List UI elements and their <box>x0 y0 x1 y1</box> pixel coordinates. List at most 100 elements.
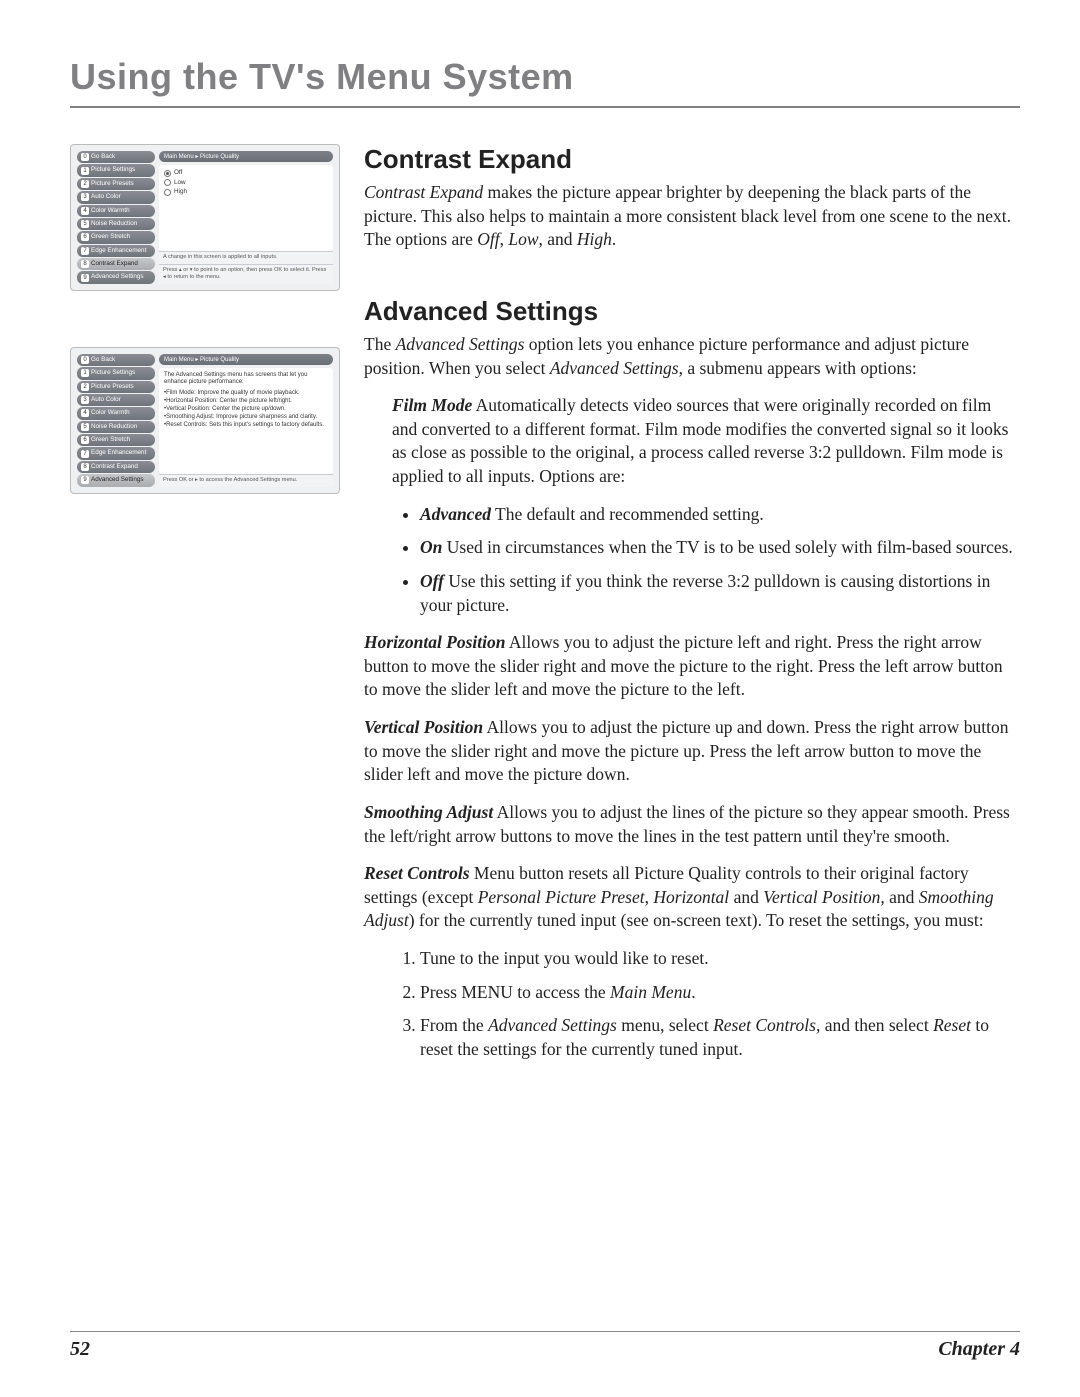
text: Automatically detects video sources that… <box>392 395 1008 486</box>
label-smoothing-adjust: Smoothing Adjust <box>364 802 493 822</box>
sidebar-item-label: Contrast Expand <box>91 261 138 267</box>
sidebar-item-num: 3 <box>81 396 89 404</box>
text: and <box>885 887 919 907</box>
screenshot-help: Press OK or ▸ to access the Advanced Set… <box>159 474 333 487</box>
radio-label: High <box>174 188 187 196</box>
screenshot-help-1: A change in this screen is applied to al… <box>159 251 333 264</box>
text: and then select <box>820 1015 933 1035</box>
label-film-mode: Film Mode <box>392 395 472 415</box>
sidebar-item: 5Noise Reduction <box>77 421 155 433</box>
option-off: Off <box>477 229 499 249</box>
chapter-label: Chapter 4 <box>938 1338 1020 1361</box>
text: Used in circumstances when the TV is to … <box>442 537 1012 557</box>
sidebar-item-num: 4 <box>81 207 89 215</box>
sidebar-item-label: Picture Presets <box>91 181 134 187</box>
sidebar-item-num: 9 <box>81 274 89 282</box>
sidebar-item: 6Green Stretch <box>77 231 155 243</box>
text: Press MENU to access the <box>420 982 610 1002</box>
sidebar-item-label: Auto Color <box>91 194 121 200</box>
desc-intro: The Advanced Settings menu has screens t… <box>164 372 328 387</box>
term: Personal Picture Preset <box>478 887 645 907</box>
desc-list-item: •Film Mode: Improve the quality of movie… <box>164 390 328 398</box>
sidebar-item: 9Advanced Settings <box>77 474 155 486</box>
film-mode-options: Advanced The default and recommended set… <box>420 503 1020 618</box>
sidebar-item: 7Edge Enhancement <box>77 245 155 257</box>
term: Advanced Settings <box>488 1015 617 1035</box>
sidebar-item-num: 7 <box>81 450 89 458</box>
sidebar-item-label: Advanced Settings <box>91 477 144 483</box>
sidebar-item: 9Advanced Settings <box>77 271 155 283</box>
term: Main Menu <box>610 982 691 1002</box>
breadcrumb: Main Menu ▸ Picture Quality <box>159 151 333 162</box>
option-name: On <box>420 537 442 557</box>
text: . <box>691 982 695 1002</box>
term: Advanced Settings <box>396 334 525 354</box>
sidebar-item: 0Go Back <box>77 354 155 366</box>
label-horizontal-position: Horizontal Position <box>364 632 506 652</box>
sidebar-item-label: Green Stretch <box>91 234 130 240</box>
sidebar-item-label: Noise Reduction <box>91 221 137 227</box>
screenshot-sidebar: 0Go Back1Picture Settings2Picture Preset… <box>77 151 155 284</box>
text: Use this setting if you think the revers… <box>420 571 990 615</box>
para-contrast-expand: Contrast Expand makes the picture appear… <box>364 181 1020 252</box>
reset-steps: Tune to the input you would like to rese… <box>420 947 1020 1062</box>
sidebar-item: 2Picture Presets <box>77 178 155 190</box>
sidebar-item-label: Edge Enhancement <box>91 248 146 254</box>
text: , a submenu appears with options: <box>679 358 917 378</box>
text: and <box>729 887 763 907</box>
sidebar-item-label: Noise Reduction <box>91 424 137 430</box>
page-title: Using the TV's Menu System <box>70 56 1020 108</box>
page-footer: 52 Chapter 4 <box>70 1331 1020 1361</box>
sidebar-item-num: 6 <box>81 233 89 241</box>
term: Advanced Settings <box>550 358 679 378</box>
radio-option: Off <box>164 169 328 177</box>
option-high: High <box>577 229 612 249</box>
text: The <box>364 334 396 354</box>
sidebar-item-num: 5 <box>81 423 89 431</box>
option-name: Advanced <box>420 504 491 524</box>
radio-icon <box>164 189 171 196</box>
screenshot-panel: Main Menu ▸ Picture Quality The Advanced… <box>159 354 333 487</box>
screenshot-options: OffLowHigh <box>159 165 333 251</box>
sidebar-item-num: 1 <box>81 167 89 175</box>
sidebar-item-label: Go Back <box>91 357 115 363</box>
list-item: Press MENU to access the Main Menu. <box>420 981 1020 1005</box>
radio-icon <box>164 170 171 177</box>
sidebar-item-num: 9 <box>81 476 89 484</box>
heading-contrast-expand: Contrast Expand <box>364 144 1020 175</box>
list-item: Advanced The default and recommended set… <box>420 503 1020 527</box>
desc-list-item: •Reset Controls: Sets this input's setti… <box>164 422 328 430</box>
screenshot-advanced-settings: 0Go Back1Picture Settings2Picture Preset… <box>70 347 340 494</box>
sidebar-item: 5Noise Reduction <box>77 218 155 230</box>
screenshot-description: The Advanced Settings menu has screens t… <box>159 368 333 474</box>
sidebar-item-label: Green Stretch <box>91 437 130 443</box>
list-item: Off Use this setting if you think the re… <box>420 570 1020 617</box>
radio-option: High <box>164 188 328 196</box>
sidebar-item-label: Auto Color <box>91 397 121 403</box>
sidebar-item-num: 0 <box>81 153 89 161</box>
list-item: From the Advanced Settings menu, select … <box>420 1014 1020 1061</box>
text: . <box>612 229 616 249</box>
option-name: Off <box>420 571 444 591</box>
screenshot-panel: Main Menu ▸ Picture Quality OffLowHigh A… <box>159 151 333 284</box>
sidebar-item: 8Contrast Expand <box>77 258 155 270</box>
sidebar-item-label: Color Warmth <box>91 208 130 214</box>
sidebar-item-num: 8 <box>81 463 89 471</box>
sidebar-item-label: Contrast Expand <box>91 464 138 470</box>
desc-list-item: •Horizontal Position: Center the picture… <box>164 398 328 406</box>
para-horizontal-position: Horizontal Position Allows you to adjust… <box>364 631 1020 702</box>
para-reset-controls: Reset Controls Menu button resets all Pi… <box>364 862 1020 933</box>
list-item: Tune to the input you would like to rese… <box>420 947 1020 971</box>
screenshot-sidebar: 0Go Back1Picture Settings2Picture Preset… <box>77 354 155 487</box>
sidebar-item-label: Color Warmth <box>91 410 130 416</box>
text: From the <box>420 1015 488 1035</box>
page-number: 52 <box>70 1338 90 1361</box>
sidebar-item: 4Color Warmth <box>77 407 155 419</box>
label-vertical-position: Vertical Position <box>364 717 483 737</box>
text: The default and recommended setting. <box>491 504 764 524</box>
term-contrast-expand: Contrast Expand <box>364 182 483 202</box>
term: Vertical Position, <box>763 887 885 907</box>
sidebar-item-num: 2 <box>81 383 89 391</box>
list-item: On Used in circumstances when the TV is … <box>420 536 1020 560</box>
sidebar-item: 7Edge Enhancement <box>77 447 155 459</box>
